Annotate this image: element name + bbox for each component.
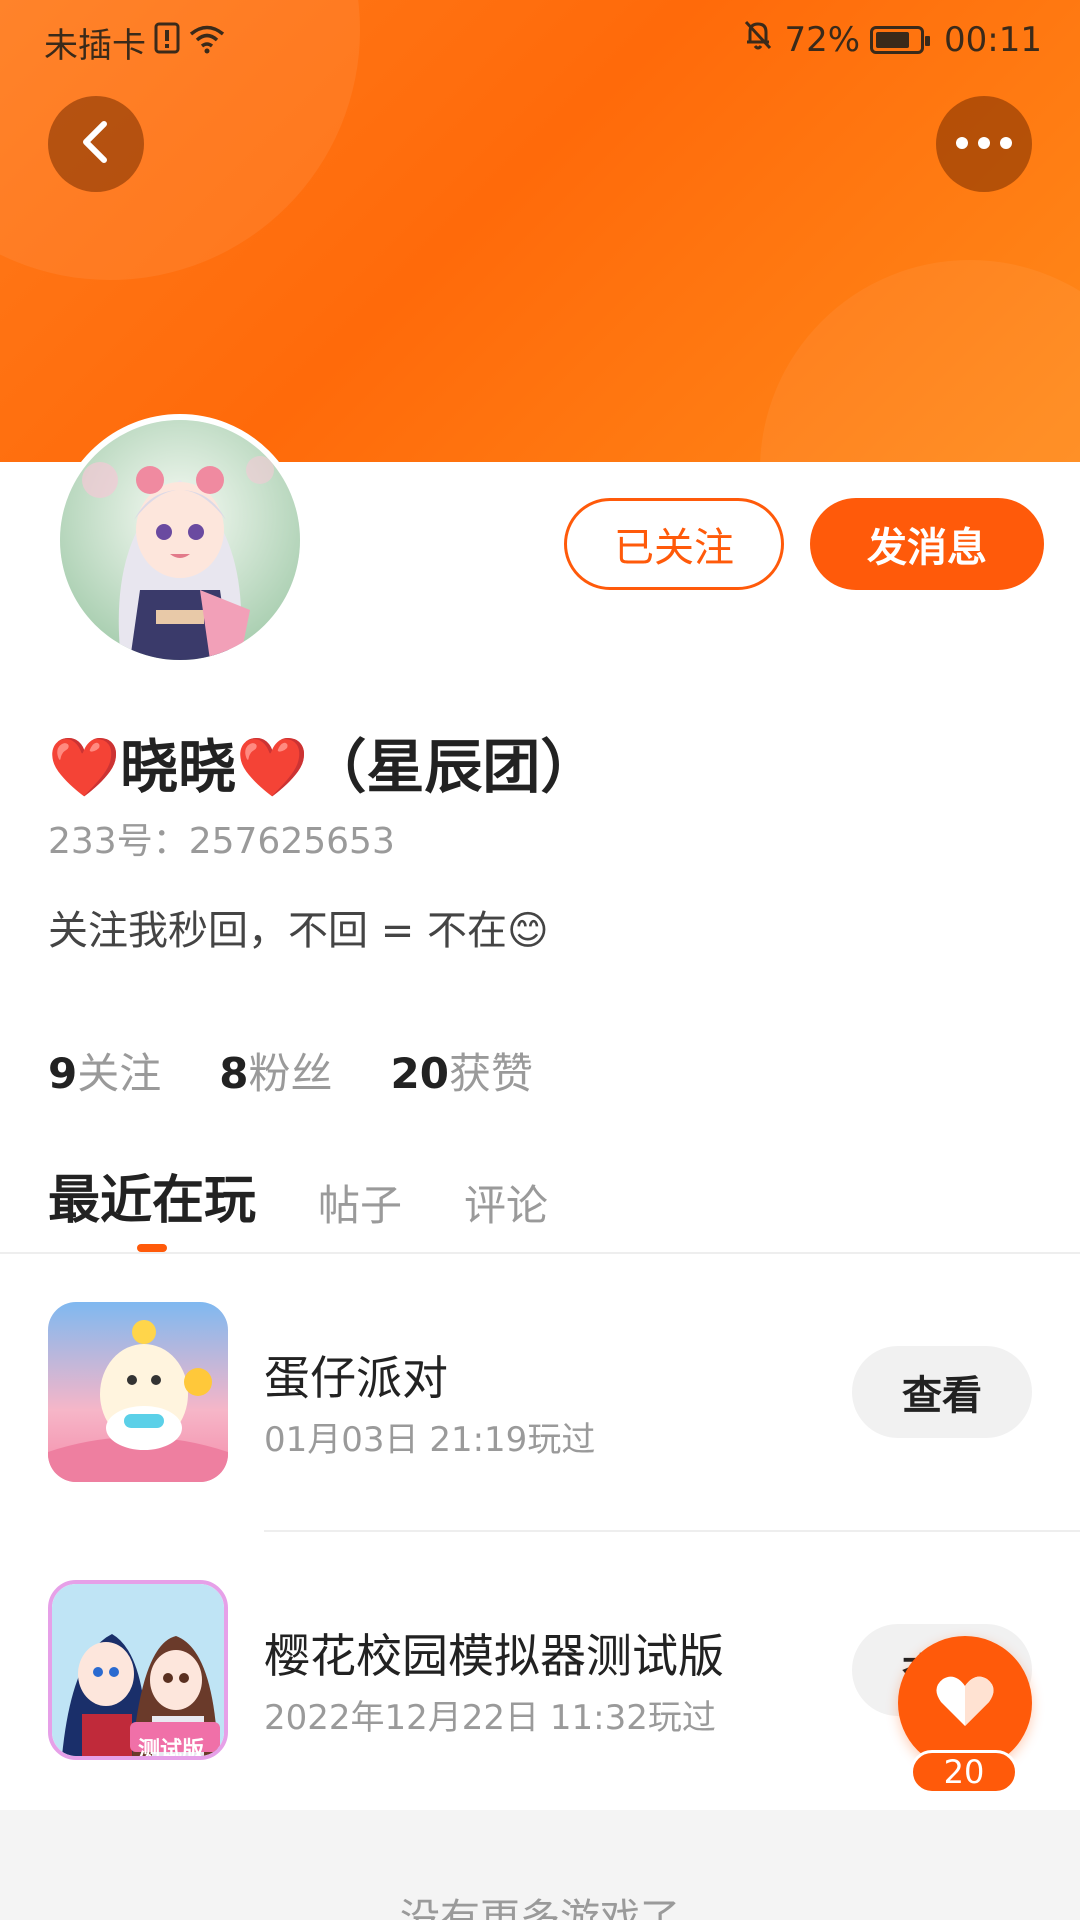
battery-percent: 72%	[784, 19, 861, 60]
stat-label: 关注	[77, 1049, 162, 1098]
like-count-badge: 20	[910, 1750, 1018, 1794]
profile-stats: 9关注 8粉丝 20获赞	[48, 1040, 533, 1101]
game-icon-sakura-school[interactable]: 测试版	[48, 1580, 228, 1760]
view-game-button[interactable]: 查看	[852, 1346, 1032, 1438]
test-version-badge: 测试版	[138, 1738, 205, 1760]
tab-posts[interactable]: 帖子	[318, 1172, 402, 1233]
no-more-games-text: 没有更多游戏了	[400, 1896, 680, 1920]
game-name: 樱花校园模拟器测试版	[264, 1629, 724, 1683]
tabs-divider	[0, 1252, 1080, 1254]
active-tab-indicator	[137, 1244, 167, 1252]
game-last-played: 01月03日 21:19玩过	[264, 1420, 596, 1460]
more-horizontal-icon	[954, 135, 1014, 154]
status-bar: 未插卡 72% 00:11	[0, 0, 1080, 76]
followed-button[interactable]: 已关注	[564, 498, 784, 590]
game-list-item[interactable]: 蛋仔派对 01月03日 21:19玩过 查看	[0, 1302, 1080, 1482]
tab-comments[interactable]: 评论	[464, 1172, 548, 1233]
stat-followers[interactable]: 8粉丝	[219, 1040, 332, 1101]
bio: 关注我秒回，不回 = 不在😊	[48, 908, 549, 954]
game-name: 蛋仔派对	[264, 1351, 448, 1405]
more-options-button[interactable]	[936, 96, 1032, 192]
game-icon-eggy-party[interactable]	[48, 1302, 228, 1482]
stat-number: 9	[48, 1049, 78, 1098]
list-footer: 没有更多游戏了	[0, 1810, 1080, 1920]
game-last-played: 2022年12月22日 11:32玩过	[264, 1698, 716, 1738]
back-button[interactable]	[48, 96, 144, 192]
stat-label: 粉丝	[248, 1049, 333, 1098]
tab-recently-played[interactable]: 最近在玩	[48, 1158, 256, 1233]
profile-tabs: 最近在玩 帖子 评论	[48, 1158, 548, 1233]
send-message-button[interactable]: 发消息	[810, 498, 1044, 590]
avatar[interactable]	[54, 414, 306, 666]
stat-following[interactable]: 9关注	[48, 1040, 161, 1101]
battery-icon	[870, 25, 931, 54]
stat-likes[interactable]: 20获赞	[391, 1040, 533, 1101]
carrier-label: 未插卡	[44, 26, 146, 66]
user-id[interactable]: 233号：257625653	[48, 812, 395, 864]
heart-icon	[935, 1674, 995, 1732]
chevron-left-icon	[76, 118, 116, 170]
stat-number: 8	[219, 1049, 249, 1098]
row-divider	[264, 1530, 1080, 1532]
sim-alert-icon	[154, 22, 180, 63]
nickname: ❤️晓晓❤️（星辰团）	[48, 733, 599, 801]
bell-off-icon	[742, 18, 774, 61]
stat-number: 20	[390, 1049, 449, 1098]
wifi-icon	[188, 23, 226, 63]
clock: 00:11	[944, 19, 1042, 60]
stat-label: 获赞	[448, 1049, 533, 1098]
